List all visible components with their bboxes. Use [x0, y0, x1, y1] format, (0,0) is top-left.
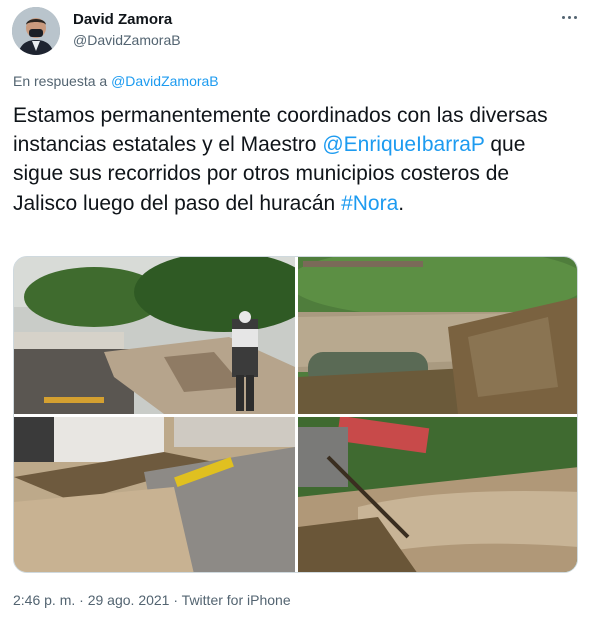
- more-options-icon[interactable]: [559, 10, 581, 26]
- author-name[interactable]: David Zamora: [73, 11, 172, 28]
- tweet-time[interactable]: 2:46 p. m.: [13, 592, 75, 608]
- mention-link[interactable]: @EnriqueIbarraP: [322, 133, 484, 156]
- photo-3[interactable]: [14, 417, 295, 572]
- author-handle[interactable]: @DavidZamoraB: [73, 32, 181, 48]
- reply-mention-link[interactable]: @DavidZamoraB: [111, 73, 219, 89]
- reply-prefix: En respuesta a: [13, 73, 108, 89]
- tweet-text-part3: .: [398, 191, 405, 215]
- photo-gallery: [13, 256, 578, 573]
- tweet-text: Estamos permanentemente coordinados con …: [13, 101, 573, 218]
- hashtag-link[interactable]: #Nora: [341, 192, 398, 215]
- tweet-meta: 2:46 p. m. · 29 ago. 2021 · Twitter for …: [13, 592, 291, 608]
- meta-separator-2: ·: [169, 592, 182, 608]
- meta-separator-1: ·: [75, 592, 88, 608]
- photo-2[interactable]: [298, 257, 577, 414]
- reply-context: En respuesta a @DavidZamoraB: [13, 73, 219, 89]
- avatar-image: [12, 7, 60, 55]
- tweet-date[interactable]: 29 ago. 2021: [88, 592, 170, 608]
- photo-1[interactable]: [14, 257, 295, 414]
- tweet-source[interactable]: Twitter for iPhone: [182, 592, 291, 608]
- photo-4[interactable]: [298, 417, 577, 572]
- avatar[interactable]: [12, 7, 60, 55]
